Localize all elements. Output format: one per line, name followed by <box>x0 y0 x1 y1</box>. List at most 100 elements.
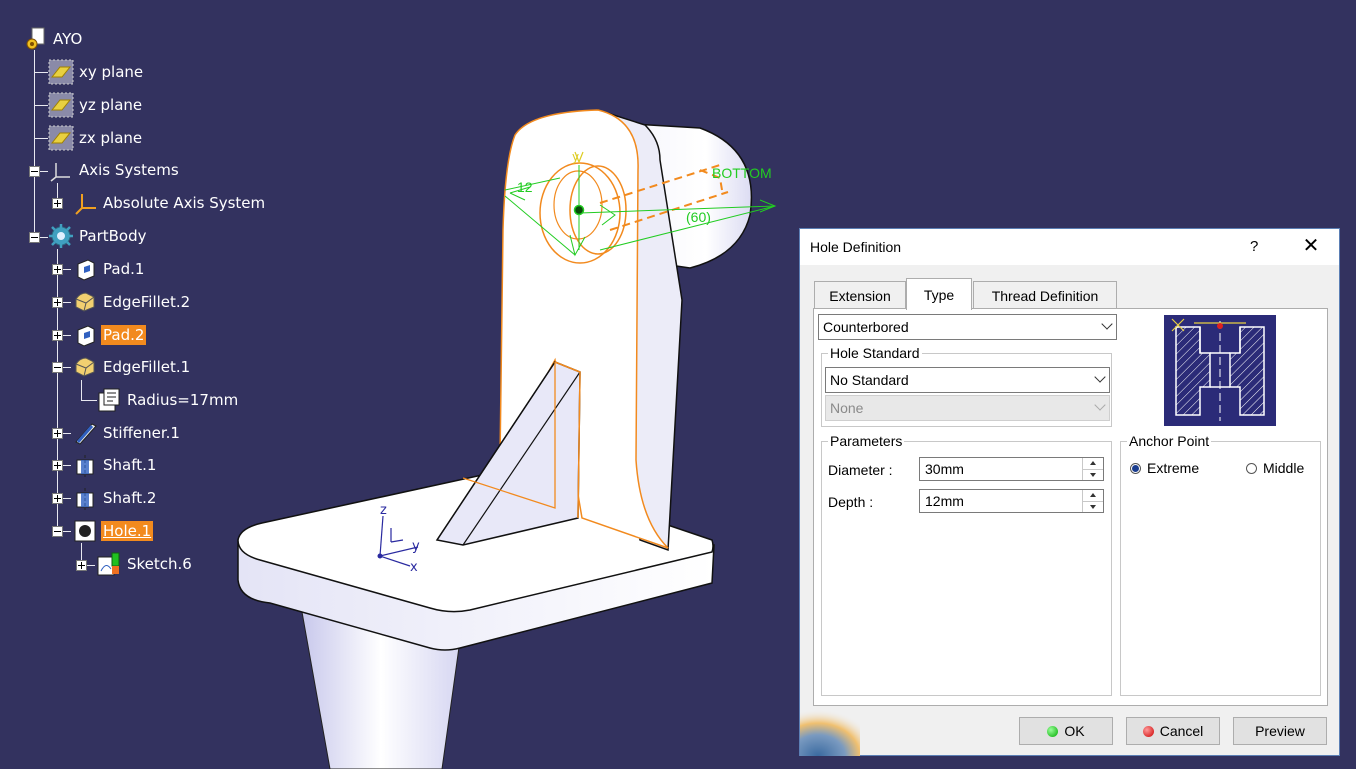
expand-shaft1[interactable] <box>52 460 63 471</box>
tree-node-zx-plane[interactable]: zx plane <box>48 125 144 151</box>
tree-node-axis-systems[interactable]: Axis Systems <box>48 159 181 182</box>
tree-node-radius[interactable]: Radius=17mm <box>96 388 240 412</box>
anchor-middle-label: Middle <box>1263 460 1305 476</box>
chevron-down-icon <box>1094 371 1106 383</box>
tree-node-shaft2[interactable]: Shaft.2 <box>72 487 158 510</box>
tree-label-shaft2: Shaft.2 <box>103 489 157 507</box>
edge-fillet-icon <box>75 357 95 377</box>
spin-up-icon[interactable] <box>1083 458 1103 469</box>
depth-spinner[interactable] <box>1082 490 1103 512</box>
tree-node-shaft1[interactable]: Shaft.1 <box>72 454 158 477</box>
brand-swirl-icon <box>800 709 860 756</box>
tree-node-edgefillet1[interactable]: EdgeFillet.1 <box>72 356 192 378</box>
hole-standard-value: No Standard <box>830 372 909 388</box>
tab-type[interactable]: Type <box>906 278 972 310</box>
tree-label-absolute-axis: Absolute Axis System <box>103 194 266 212</box>
tree-label-hole1: Hole.1 <box>101 521 154 541</box>
counterbore-diagram-icon <box>1164 315 1276 426</box>
parameters-label: Parameters <box>830 433 903 449</box>
axis-z-label: z <box>380 503 387 518</box>
chevron-down-icon <box>1094 399 1106 411</box>
diameter-spinner[interactable] <box>1082 458 1103 480</box>
diameter-field[interactable]: 30mm <box>919 457 1104 481</box>
tree-label-xy-plane: xy plane <box>79 63 144 81</box>
expand-shaft2[interactable] <box>52 493 63 504</box>
bottom-label: BOTTOM <box>712 165 772 181</box>
tree-node-sketch6[interactable]: Sketch.6 <box>96 552 194 576</box>
expand-pad1[interactable] <box>52 264 63 275</box>
collapse-hole1[interactable] <box>52 526 63 537</box>
standard-size-dropdown[interactable]: None <box>825 395 1110 421</box>
tab-thread-definition[interactable]: Thread Definition <box>973 281 1117 309</box>
pad-icon <box>77 325 95 347</box>
tree-label-partbody: PartBody <box>79 227 147 245</box>
tree-node-stiffener1[interactable]: Stiffener.1 <box>72 422 182 445</box>
preview-button[interactable]: Preview <box>1233 717 1327 745</box>
tree-node-absolute-axis[interactable]: Absolute Axis System <box>72 192 267 215</box>
ok-icon <box>1047 725 1059 737</box>
anchor-extreme-radio[interactable]: Extreme <box>1130 460 1199 476</box>
dialog-title-bar[interactable]: Hole Definition ? ✕ <box>800 229 1339 265</box>
tree-label-axis-systems: Axis Systems <box>79 161 179 179</box>
tree-node-edgefillet2[interactable]: EdgeFillet.2 <box>72 291 192 313</box>
axis-y-label-top: y <box>572 150 579 164</box>
collapse-partbody[interactable] <box>29 232 40 243</box>
collapse-axis-systems[interactable] <box>29 166 40 177</box>
specification-tree: AYO xy plane yz plane zx plane Axis Syst… <box>0 0 320 600</box>
tab-extension[interactable]: Extension <box>814 281 906 309</box>
cancel-label: Cancel <box>1159 723 1204 739</box>
ok-label: OK <box>1064 723 1085 739</box>
close-button[interactable]: ✕ <box>1300 233 1322 259</box>
pad-icon <box>77 259 95 281</box>
axis-systems-icon <box>50 163 70 182</box>
anchor-extreme-label: Extreme <box>1147 460 1200 476</box>
stiffener-icon <box>75 423 97 445</box>
cancel-button[interactable]: Cancel <box>1126 717 1220 745</box>
diameter-label: Diameter : <box>828 462 893 478</box>
radio-selected-icon <box>1130 462 1141 474</box>
spin-down-icon[interactable] <box>1083 469 1103 481</box>
spin-down-icon[interactable] <box>1083 501 1103 513</box>
spin-up-icon[interactable] <box>1083 490 1103 501</box>
diameter-value: 30mm <box>925 461 964 477</box>
plane-icon <box>48 125 74 151</box>
tree-node-root[interactable]: AYO <box>22 27 84 50</box>
edge-fillet-icon <box>75 292 95 312</box>
axis-y-label: y <box>412 539 420 554</box>
expand-edgefillet2[interactable] <box>52 297 63 308</box>
plane-icon <box>48 59 74 85</box>
tree-node-pad2[interactable]: Pad.2 <box>72 324 147 347</box>
hole-standard-dropdown[interactable]: No Standard <box>825 367 1110 393</box>
help-button[interactable]: ? <box>1250 238 1258 255</box>
tree-label-yz-plane: yz plane <box>79 96 143 114</box>
anchor-middle-radio[interactable]: Middle <box>1246 460 1304 476</box>
tree-node-pad1[interactable]: Pad.1 <box>72 258 146 281</box>
expand-pad2[interactable] <box>52 330 63 341</box>
expand-stiffener1[interactable] <box>52 428 63 439</box>
expand-sketch6[interactable] <box>76 560 87 571</box>
depth-field[interactable]: 12mm <box>919 489 1104 513</box>
expand-absolute-axis[interactable] <box>52 198 63 209</box>
preview-label: Preview <box>1255 723 1305 739</box>
tree-label-root: AYO <box>53 30 83 48</box>
body-gear-icon <box>49 224 73 248</box>
shaft-icon <box>76 455 94 477</box>
depth-label: Depth : <box>828 494 874 510</box>
hole-type-dropdown[interactable]: Counterbored <box>818 314 1117 340</box>
tree-label-radius: Radius=17mm <box>127 391 239 409</box>
collapse-edgefillet1[interactable] <box>52 362 63 373</box>
ok-button[interactable]: OK <box>1019 717 1113 745</box>
chevron-down-icon <box>1101 318 1113 330</box>
anchor-point-label: Anchor Point <box>1129 433 1210 449</box>
tree-label-sketch6: Sketch.6 <box>127 555 192 573</box>
tree-node-yz-plane[interactable]: yz plane <box>48 92 144 118</box>
hole-type-value: Counterbored <box>823 319 909 335</box>
tree-node-partbody[interactable]: PartBody <box>48 224 148 248</box>
tree-label-edgefillet2: EdgeFillet.2 <box>103 293 191 311</box>
tree-node-hole1[interactable]: Hole.1 <box>72 520 154 542</box>
axis-x-label: x <box>410 560 418 575</box>
plane-icon <box>48 92 74 118</box>
axis-system-icon <box>75 194 96 215</box>
dim-label-60: (60) <box>686 209 711 225</box>
tree-node-xy-plane[interactable]: xy plane <box>48 59 145 85</box>
